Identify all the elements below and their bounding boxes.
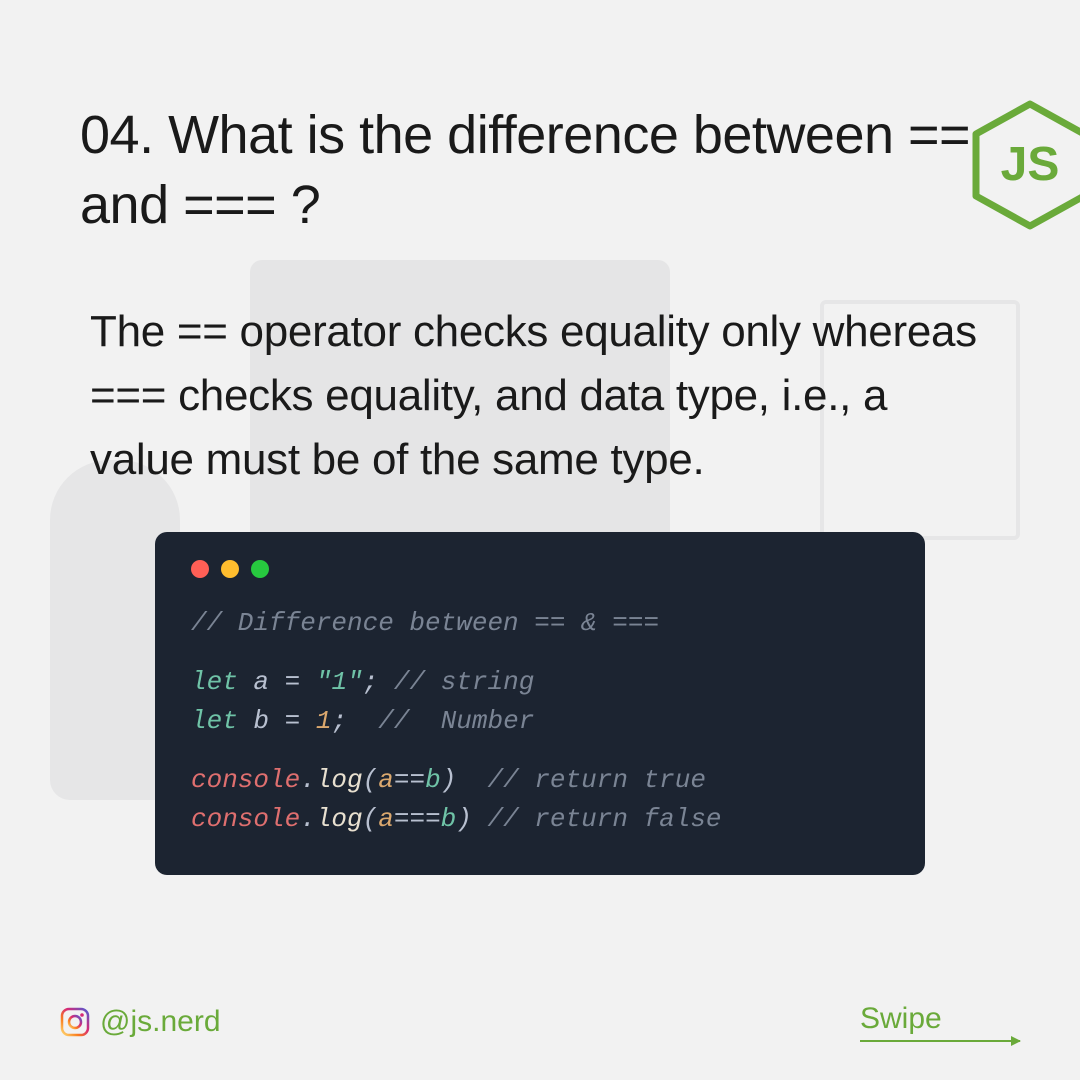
handle-text: @js.nerd xyxy=(100,1005,221,1039)
answer-text: The == operator checks equality only whe… xyxy=(80,300,1000,491)
code-line-2: let b = 1; // Number xyxy=(191,702,889,741)
code-line-1: let a = "1"; // string xyxy=(191,663,889,702)
instagram-icon xyxy=(60,1007,90,1037)
question-title: 04. What is the difference between == an… xyxy=(80,100,1000,240)
svg-text:JS: JS xyxy=(1001,138,1060,191)
swipe-cta[interactable]: Swipe xyxy=(860,1002,1020,1042)
maximize-dot-icon xyxy=(251,560,269,578)
code-line-3: console.log(a==b) // return true xyxy=(191,761,889,800)
social-handle[interactable]: @js.nerd xyxy=(60,1005,221,1039)
window-controls xyxy=(191,560,889,578)
close-dot-icon xyxy=(191,560,209,578)
minimize-dot-icon xyxy=(221,560,239,578)
footer: @js.nerd Swipe xyxy=(0,1002,1080,1042)
swipe-label: Swipe xyxy=(860,1002,942,1035)
code-line-4: console.log(a===b) // return false xyxy=(191,800,889,839)
code-snippet: // Difference between == & === let a = "… xyxy=(155,532,925,875)
arrow-right-icon xyxy=(860,1040,1020,1042)
main-content: 04. What is the difference between == an… xyxy=(0,0,1080,915)
nodejs-logo-icon: JS xyxy=(970,100,1080,230)
code-comment-header: // Difference between == & === xyxy=(191,604,889,643)
